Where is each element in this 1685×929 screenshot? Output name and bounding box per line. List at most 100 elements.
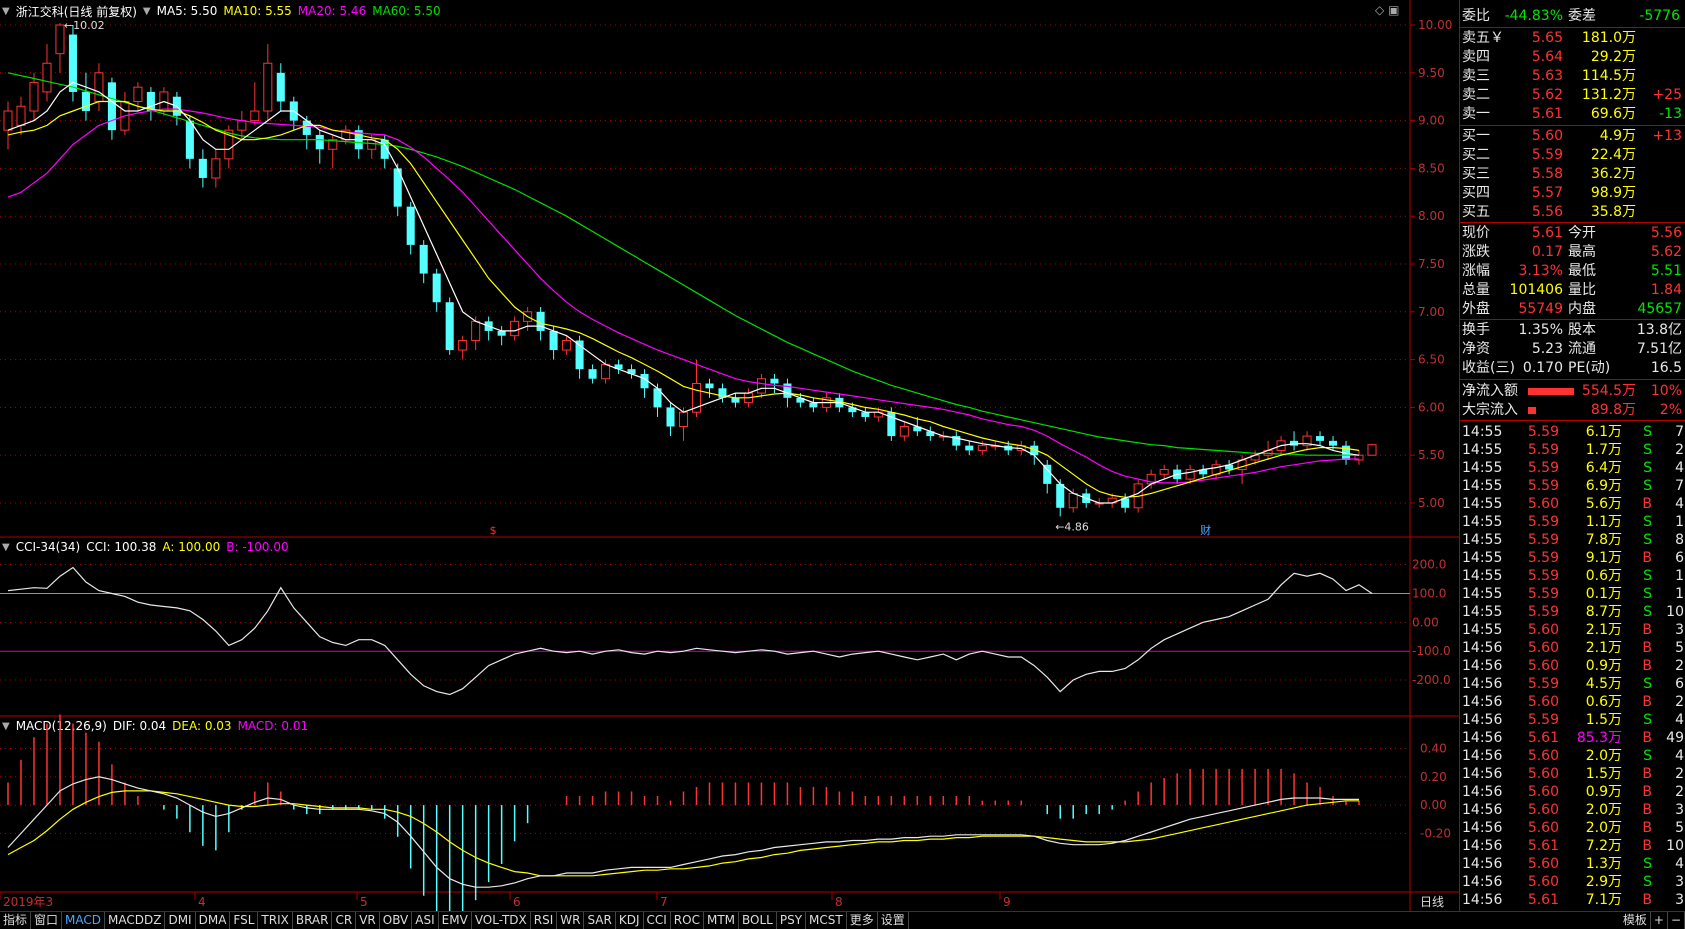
candle-bull [3,110,13,131]
toolbar-tab-21[interactable]: MTM [704,912,740,929]
flow-pct: 10% [1650,383,1682,399]
candle-bear [770,378,779,384]
tick-volume: 1.5万 [1585,766,1622,782]
macd-axis-label: 0.00 [1420,798,1447,812]
bid-volume: 35.8万 [1590,204,1636,220]
price-axis-label: 7.00 [1418,305,1445,319]
kline-chart-area[interactable]: 10.00 9.50 9.00 8.50 8.00 7.50 7.00 6.50 6.00 5.5… [0,0,1459,911]
fund-value: 7.51亿 [1636,341,1682,357]
tick-volume: 7.2万 [1585,838,1622,854]
tick-time: 14:55 [1462,604,1503,620]
toolbar-tab-1[interactable]: 窗口 [31,912,63,929]
toolbar-tab-3[interactable]: MACDDZ [105,912,166,929]
tick-count: 2 [1675,784,1684,800]
candle-bear [1329,440,1338,446]
time-axis-label: 7 [660,895,668,909]
tick-volume: 8.7万 [1585,604,1622,620]
tick-side: B [1642,550,1652,566]
toolbar-tab-9[interactable]: CR [332,912,357,929]
trade-tick-row: 14:56 5.61 7.1万 B 3 [1460,891,1685,910]
tick-price: 5.61 [1527,730,1559,746]
tick-side: S [1643,586,1652,602]
bid-volume: 36.2万 [1590,166,1636,182]
ratio-label: 委比 [1462,8,1490,24]
toolbar-tab-12[interactable]: ASI [412,912,439,929]
tick-count: 49 [1666,730,1684,746]
tick-volume: 6.9万 [1585,478,1622,494]
stat-label: 内盘 [1568,301,1596,317]
bid-price: 5.56 [1531,204,1563,220]
tick-count: 10 [1666,604,1684,620]
template-button[interactable]: 模板 [1620,912,1651,929]
tick-side: B [1642,766,1652,782]
toolbar-tab-15[interactable]: RSI [531,912,558,929]
tick-time: 14:55 [1462,514,1503,530]
zoom-out-button[interactable]: − [1668,912,1685,929]
ask-row: 卖三 5.63 114.5万 [1460,67,1685,86]
toolbar-tab-5[interactable]: DMA [196,912,231,929]
toolbar-tab-17[interactable]: SAR [584,912,616,929]
toolbar-tab-22[interactable]: BOLL [739,912,777,929]
period-label: 日线 [1420,895,1444,909]
price-axis-label: 10.00 [1418,18,1452,32]
toolbar-tab-13[interactable]: EMV [439,912,472,929]
toolbar-tab-25[interactable]: 更多 [847,912,878,929]
candle-bear [705,383,714,389]
quote-stat-row: 外盘 55749 内盘 45657 [1460,300,1685,319]
stat-value: 5.51 [1650,263,1682,279]
bid-price: 5.60 [1531,128,1563,144]
candle-bear [107,82,116,131]
trade-tick-row: 14:55 5.59 6.4万 S 4 [1460,459,1685,478]
tick-side: S [1643,514,1652,530]
toolbar-tab-14[interactable]: VOL-TDX [472,912,531,929]
toolbar-tab-2[interactable]: MACD [62,912,106,929]
candle-bull [678,411,689,428]
toolbar-tab-0[interactable]: 指标 [0,912,32,929]
time-axis-label: 8 [835,895,843,909]
tick-price: 5.59 [1527,442,1559,458]
event-marker-dividend: $ [490,524,497,537]
toolbar-tab-19[interactable]: CCI [644,912,671,929]
candle-bear [198,158,207,178]
bid-row: 买五 5.56 35.8万 [1460,203,1685,222]
toolbar-tab-11[interactable]: OBV [380,912,413,929]
toolbar-tab-6[interactable]: FSL [230,912,259,929]
candle-bear [549,330,558,351]
toolbar-tab-8[interactable]: BRAR [293,912,333,929]
bid-price: 5.57 [1531,185,1563,201]
tick-count: 1 [1675,514,1684,530]
trade-tick-row: 14:55 5.59 1.7万 S 2 [1460,441,1685,460]
toolbar-tab-23[interactable]: PSY [777,912,807,929]
toolbar-tab-26[interactable]: 设置 [878,912,909,929]
toolbar-tab-20[interactable]: ROC [671,912,704,929]
toolbar-tab-10[interactable]: VR [356,912,380,929]
quote-stat-row: 现价 5.61 今开 5.56 [1460,224,1685,243]
tick-side: S [1643,676,1652,692]
ask-price: 5.65 [1531,30,1563,46]
trade-tick-row: 14:56 5.60 0.9万 B 2 [1460,657,1685,676]
tick-volume: 1.1万 [1585,514,1622,530]
tick-volume: 0.9万 [1585,784,1622,800]
toolbar-tab-4[interactable]: DMI [165,912,196,929]
fund-value: 13.8亿 [1636,322,1682,338]
tick-time: 14:55 [1462,442,1503,458]
toolbar-tab-16[interactable]: WR [557,912,585,929]
toolbar-tab-24[interactable]: MCST [806,912,847,929]
zoom-in-button[interactable]: + [1651,912,1668,929]
tick-time: 14:55 [1462,424,1503,440]
toolbar-tab-7[interactable]: TRIX [258,912,293,929]
toolbar-tab-18[interactable]: KDJ [616,912,644,929]
ask-label: 卖三 [1462,68,1490,84]
high-price-label: ←10.02 [64,19,105,32]
tick-price: 5.60 [1527,748,1559,764]
candle-bull [133,86,143,102]
candle-bear [276,72,285,102]
tick-side: S [1643,748,1652,764]
macd-axis-label: 0.40 [1420,741,1447,755]
candle-bull [42,62,52,93]
tick-count: 7 [1675,478,1684,494]
bid-change: +13 [1652,128,1682,144]
tick-side: S [1643,442,1652,458]
tick-volume: 2.1万 [1585,640,1622,656]
bid-row: 买三 5.58 36.2万 [1460,165,1685,184]
